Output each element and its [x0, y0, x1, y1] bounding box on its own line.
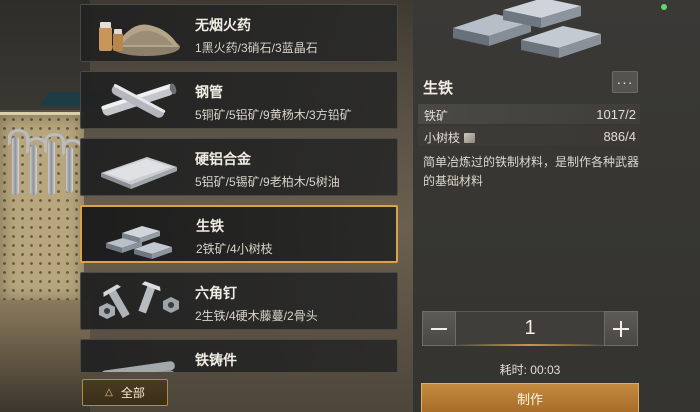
detail-panel: [413, 0, 700, 412]
material-count: 1017/2: [596, 107, 636, 122]
craft-button[interactable]: 制作: [421, 383, 639, 412]
tool-pegboard: [0, 112, 84, 302]
recipe-requirements: 2生铁/4硬木藤蔓/2骨头: [195, 309, 318, 323]
material-name: 铁矿: [424, 109, 449, 123]
material-name: 小树枝: [424, 131, 461, 145]
status-dot: [661, 4, 667, 10]
material-count: 886/4: [603, 129, 636, 144]
smokeless-powder-icon: [99, 22, 180, 56]
material-row: 铁矿 1017/2: [418, 104, 640, 124]
material-row: 小树枝 886/4: [418, 126, 640, 146]
plus-icon-vertical: [620, 320, 622, 337]
more-options-button[interactable]: ···: [612, 71, 638, 93]
recipe-name: 钢管: [195, 84, 223, 100]
quantity-value[interactable]: 1: [456, 311, 604, 346]
quantity-stepper: 1: [422, 311, 638, 346]
item-description: 简单冶炼过的铁制材料，是制作各种武器的基础材料: [423, 155, 640, 188]
material-info-icon: [464, 133, 476, 143]
craft-time: 耗时: 00:03: [499, 363, 561, 377]
recipe-name: 六角钉: [195, 285, 237, 301]
wrench-icon: [44, 133, 65, 195]
recipe-card[interactable]: 铁铸件: [80, 339, 398, 372]
recipe-list[interactable]: 无烟火药 1黑火药/3硝石/3蓝晶石 钢管 5铜矿/5铝矿/9黄杨木/3方铅矿 …: [78, 0, 400, 372]
triangle-up-icon: △: [105, 387, 113, 398]
filter-label: 全部: [120, 386, 145, 400]
recipe-requirements: 2铁矿/4小树枝: [196, 242, 273, 256]
recipe-card-selected[interactable]: 生铁 2铁矿/4小树枝: [80, 205, 398, 263]
detail-title: 生铁: [423, 80, 454, 97]
pig-iron-icon: [106, 226, 172, 259]
material-name-wrap: 小树枝: [424, 129, 476, 146]
decrease-button[interactable]: [422, 311, 456, 346]
wrench-icon: [62, 139, 83, 193]
recipe-requirements: 5铝矿/5锡矿/9老柏木/5树油: [195, 175, 340, 189]
recipe-requirements: 5铜矿/5铝矿/9黄杨木/3方铅矿: [195, 108, 352, 122]
filter-all-button[interactable]: △ 全部: [82, 379, 168, 406]
steel-pipe-icon: [101, 83, 177, 118]
recipe-name: 硬铝合金: [195, 151, 251, 167]
pig-iron-preview-icon: [453, 0, 601, 58]
duralumin-plate-icon: [101, 157, 177, 189]
recipe-name: 生铁: [196, 218, 224, 234]
wrench-icon: [8, 129, 29, 195]
recipe-name: 无烟火药: [195, 17, 251, 33]
increase-button[interactable]: [604, 311, 638, 346]
recipe-card[interactable]: 无烟火药 1黑火药/3硝石/3蓝晶石: [80, 4, 398, 62]
recipe-name: 铁铸件: [195, 352, 237, 368]
recipe-card[interactable]: 六角钉 2生铁/4硬木藤蔓/2骨头: [80, 272, 398, 330]
workshop-floor: [0, 300, 90, 412]
recipe-requirements: 1黑火药/3硝石/3蓝晶石: [195, 41, 318, 55]
recipe-card[interactable]: 钢管 5铜矿/5铝矿/9黄杨木/3方铅矿: [80, 71, 398, 129]
wrench-icon: [26, 137, 47, 195]
hex-bolt-icon: [99, 281, 179, 319]
recipe-card[interactable]: 硬铝合金 5铝矿/5锡矿/9老柏木/5树油: [80, 138, 398, 196]
minus-icon: [431, 327, 447, 330]
iron-casting-icon: [101, 361, 175, 372]
